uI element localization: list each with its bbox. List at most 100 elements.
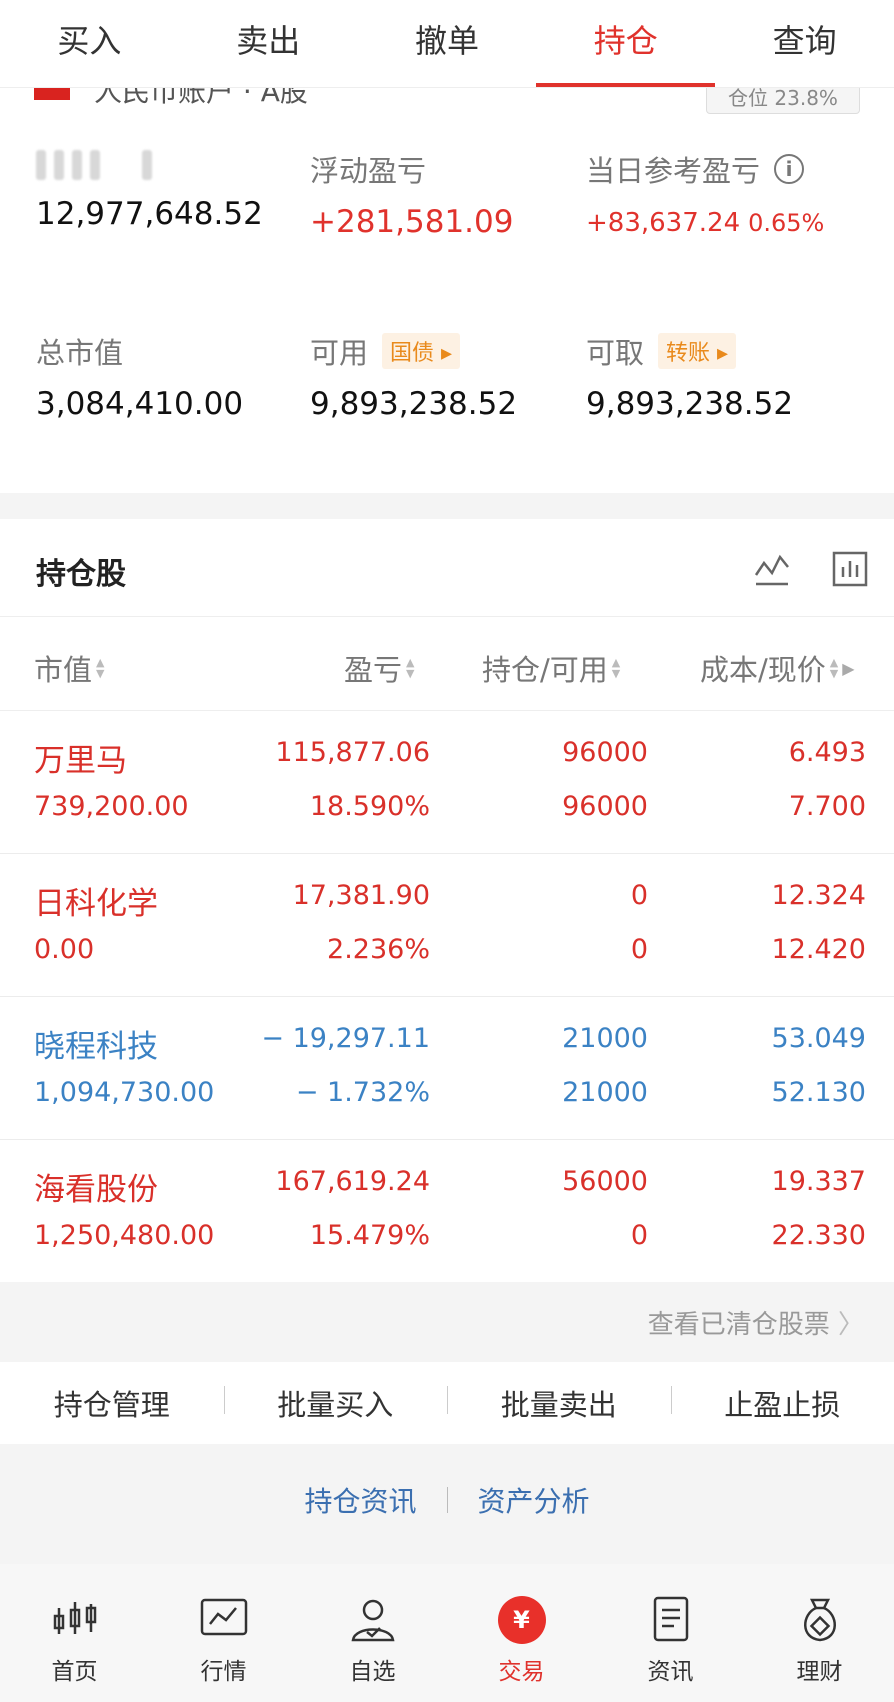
table-row[interactable]: 日科化学 0.00 17,381.90 2.236% 0 0 12.324 12… (0, 854, 894, 997)
available-label: 可用 (310, 336, 369, 370)
tab-cancel[interactable]: 撤单 (358, 0, 537, 87)
position: 56000 (562, 1166, 648, 1197)
pl-pct: 15.479% (309, 1220, 430, 1251)
nav-watchlist[interactable]: 自选 (298, 1564, 447, 1702)
sort-icon: ▲ ▼ (829, 656, 839, 680)
holdings-management-button[interactable]: 持仓管理 (0, 1382, 224, 1424)
cost-price: 6.493 (788, 737, 866, 768)
transfer-badge[interactable]: 转账 ▸ (658, 333, 737, 369)
market-value-label: 总市值 (36, 336, 124, 370)
market-value: 1,094,730.00 (34, 1077, 215, 1108)
stock-name: 海看股份 (34, 1172, 158, 1208)
market-value: 739,200.00 (34, 791, 189, 822)
current-price: 12.420 (771, 934, 866, 965)
nav-news[interactable]: 资讯 (596, 1564, 745, 1702)
available-qty: 21000 (562, 1077, 648, 1108)
nav-label: 自选 (349, 1659, 396, 1685)
table-row[interactable]: 海看股份 1,250,480.00 167,619.24 15.479% 560… (0, 1140, 894, 1283)
nav-trade[interactable]: ¥ 交易 (447, 1564, 596, 1702)
daily-pl-label: 当日参考盈亏 (586, 154, 761, 188)
col-position[interactable]: 持仓/可用 ▲ ▼ (482, 647, 620, 689)
holdings-action-bar: 持仓管理 批量买入 批量卖出 止盈止损 (0, 1362, 894, 1444)
table-row[interactable]: 万里马 739,200.00 115,877.06 18.590% 96000 … (0, 711, 894, 854)
position-ratio-badge: 仓位 23.8% (706, 88, 860, 114)
withdrawable-value: 9,893,238.52 (586, 386, 794, 422)
nav-label: 理财 (796, 1659, 843, 1685)
nav-wealth[interactable]: 理财 (745, 1564, 894, 1702)
tab-buy[interactable]: 买入 (0, 0, 179, 87)
table-row[interactable]: 晓程科技 1,094,730.00 − 19,297.11 − 1.732% 2… (0, 997, 894, 1140)
asset-analysis-link[interactable]: 资产分析 (478, 1480, 590, 1520)
holdings-header: 持仓股 (0, 519, 894, 617)
account-row: 人民币账户 · A股 仓位 23.8% (0, 88, 894, 118)
col-pl[interactable]: 盈亏 ▲ ▼ (344, 647, 414, 689)
scroll-right-icon[interactable]: ▶ (842, 659, 854, 678)
info-icon[interactable]: i (774, 154, 805, 184)
pl-pct: 2.236% (327, 934, 430, 965)
pl-value: 167,619.24 (275, 1166, 430, 1197)
daily-pl-cell: 当日参考盈亏 i +83,637.24 0.65% (586, 148, 824, 238)
total-assets-cell: 12,977,648.52 (36, 148, 263, 232)
market-value-cell: 总市值 3,084,410.00 (36, 330, 243, 422)
cleared-section: 查看已清仓股票 〉 (0, 1282, 894, 1362)
pl-value: 17,381.90 (292, 880, 430, 911)
sort-icon: ▲ ▼ (611, 656, 621, 680)
available-qty: 96000 (562, 791, 648, 822)
withdrawable-label: 可取 (586, 336, 645, 370)
pl-value: 115,877.06 (275, 737, 430, 768)
holdings-title: 持仓股 (36, 557, 126, 592)
line-chart-icon[interactable] (754, 551, 790, 587)
market-value-value: 3,084,410.00 (36, 386, 244, 422)
stock-name: 晓程科技 (34, 1029, 158, 1065)
moneybag-icon (803, 1598, 836, 1642)
holdings-news-link[interactable]: 持仓资讯 (304, 1480, 416, 1520)
available-cell: 可用 国债 ▸ 9,893,238.52 (310, 330, 517, 422)
pl-pct: − 1.732% (295, 1077, 430, 1108)
person-check-icon (351, 1599, 394, 1642)
candlestick-icon (53, 1602, 96, 1634)
account-type[interactable]: 人民币账户 · A股 (94, 88, 308, 110)
tab-holdings[interactable]: 持仓 (536, 0, 715, 87)
news-icon (653, 1596, 688, 1642)
market-value: 1,250,480.00 (34, 1220, 215, 1251)
batch-buy-button[interactable]: 批量买入 (223, 1382, 448, 1424)
floating-pl-value: +281,581.09 (310, 204, 514, 240)
stock-name: 万里马 (34, 743, 127, 779)
section-divider (0, 493, 894, 519)
holdings-column-header: 市值 ▲ ▼ 盈亏 ▲ ▼ 持仓/可用 ▲ ▼ 成本/现价 ▲ ▼ ▶ (0, 617, 894, 711)
cost-price: 53.049 (771, 1023, 866, 1054)
tab-query[interactable]: 查询 (715, 0, 894, 87)
asset-summary: 12,977,648.52 浮动盈亏 +281,581.09 当日参考盈亏 i … (0, 118, 894, 493)
floating-pl-cell: 浮动盈亏 +281,581.09 (310, 148, 513, 240)
view-cleared-stocks-link[interactable]: 查看已清仓股票 〉 (648, 1304, 864, 1341)
top-tab-bar: 买入 卖出 撤单 持仓 查询 (0, 0, 894, 88)
nav-label: 资讯 (647, 1659, 694, 1685)
position: 0 (630, 880, 648, 911)
batch-sell-button[interactable]: 批量卖出 (447, 1382, 671, 1424)
cost-price: 12.324 (771, 880, 866, 911)
account-flag-icon (34, 88, 70, 100)
floating-pl-label: 浮动盈亏 (310, 154, 427, 188)
nav-home[interactable]: 首页 (0, 1564, 149, 1702)
nav-label: 行情 (200, 1659, 247, 1685)
info-links-area: 持仓资讯 资产分析 (0, 1444, 894, 1564)
col-market-value[interactable]: 市值 ▲ ▼ (34, 647, 104, 689)
daily-pl-value: +83,637.24 0.65% (586, 208, 825, 238)
market-value: 0.00 (34, 934, 95, 965)
current-price: 7.700 (788, 791, 866, 822)
col-cost-price[interactable]: 成本/现价 ▲ ▼ ▶ (700, 647, 855, 689)
pl-pct: 18.590% (309, 791, 430, 822)
sort-icon: ▲ ▼ (96, 656, 105, 680)
hidden-label (36, 148, 263, 182)
nav-market[interactable]: 行情 (149, 1564, 298, 1702)
tab-sell[interactable]: 卖出 (179, 0, 358, 87)
position: 21000 (562, 1023, 648, 1054)
bar-chart-icon[interactable] (832, 551, 868, 587)
nav-label: 交易 (498, 1659, 545, 1685)
stock-name: 日科化学 (34, 886, 158, 922)
treasury-bond-badge[interactable]: 国债 ▸ (382, 333, 461, 369)
total-assets-value: 12,977,648.52 (36, 196, 263, 232)
sort-icon: ▲ ▼ (406, 656, 415, 680)
pl-value: − 19,297.11 (261, 1023, 430, 1054)
stop-profit-loss-button[interactable]: 止盈止损 (670, 1382, 894, 1424)
